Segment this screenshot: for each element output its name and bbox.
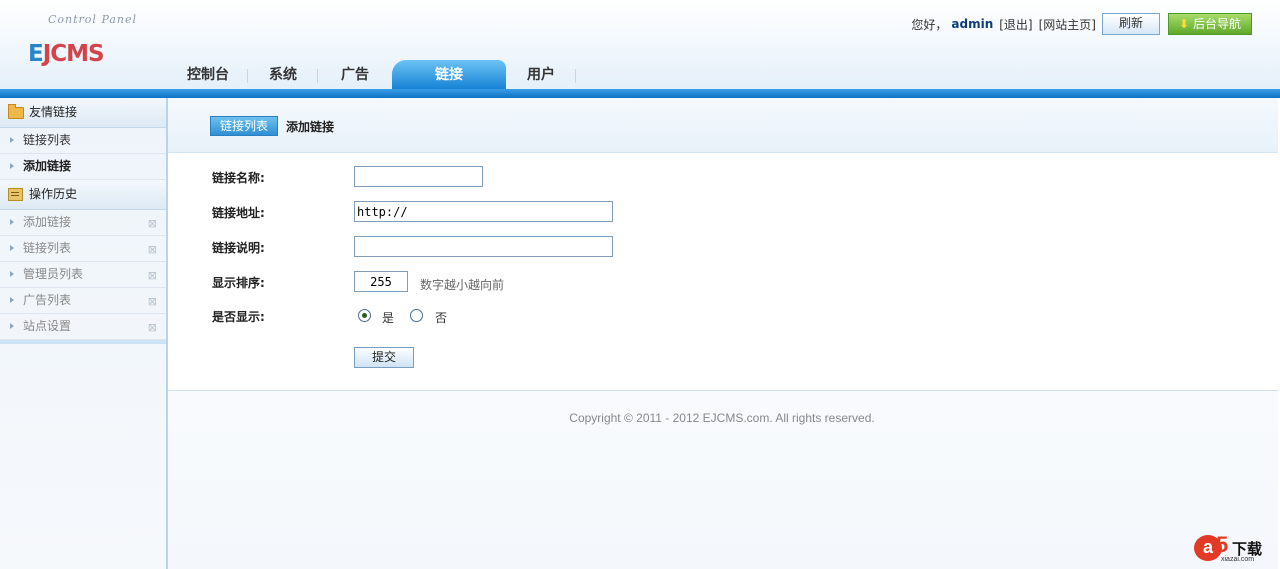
link-url-label: 链接地址: <box>212 206 265 220</box>
arrow-right-icon <box>10 323 14 329</box>
history-item-site-settings[interactable]: 站点设置 ⊠ <box>0 314 166 340</box>
history-item-add-link[interactable]: 添加链接 ⊠ <box>0 210 166 236</box>
current-page-title: 添加链接 <box>286 120 335 134</box>
logout-link[interactable]: [退出] <box>999 16 1032 33</box>
display-order-input[interactable] <box>354 271 408 292</box>
tab-ads-label: 广告 <box>341 67 369 83</box>
link-desc-label: 链接说明: <box>212 241 265 255</box>
link-desc-input[interactable] <box>354 236 613 257</box>
a5-download-watermark: a 5 下载 xiazai.com <box>1194 532 1274 565</box>
sidebar-item-label: 链接列表 <box>23 133 72 147</box>
sidebar-divider <box>0 340 166 344</box>
close-icon[interactable]: ⊠ <box>148 315 157 340</box>
history-item-label: 广告列表 <box>23 293 72 307</box>
sidebar-group-friend-links[interactable]: 友情链接 <box>0 98 166 128</box>
link-url-input[interactable] <box>354 201 613 222</box>
history-item-label: 链接列表 <box>23 241 72 255</box>
sub-navigation: 链接列表 添加链接 <box>168 98 1278 153</box>
show-no-radio[interactable] <box>410 309 423 322</box>
display-order-label: 显示排序: <box>212 276 265 290</box>
main-tabs: 控制台 系统 广告 链接 用户 <box>168 60 576 89</box>
close-icon[interactable]: ⊠ <box>148 289 157 314</box>
link-name-input[interactable] <box>354 166 483 187</box>
sidebar-item-label: 添加链接 <box>23 159 72 173</box>
header: Control Panel EJCMS 控制台 系统 广告 链接 用户 您好， … <box>0 0 1280 98</box>
form-panel: 链接列表 添加链接 链接名称: 链接地址: 链接说明: 显示排序: 数字越小越向… <box>168 98 1278 391</box>
watermark-logo-5: 5 <box>1216 532 1229 557</box>
history-item-label: 站点设置 <box>23 319 72 333</box>
username: admin <box>951 17 994 31</box>
link-name-label: 链接名称: <box>212 171 265 185</box>
show-yes-radio[interactable] <box>358 309 371 322</box>
history-item-label: 添加链接 <box>23 215 72 229</box>
copyright-footer: Copyright © 2011 - 2012 EJCMS.com. All r… <box>569 411 875 425</box>
sidebar-item-link-list[interactable]: 链接列表 <box>0 128 166 154</box>
history-item-label: 管理员列表 <box>23 267 84 281</box>
show-label: 是否显示: <box>212 310 265 324</box>
logo-letter-e: E <box>28 41 44 67</box>
tab-users[interactable]: 用户 <box>506 60 576 89</box>
tab-system-label: 系统 <box>269 67 297 83</box>
sidebar-item-add-link[interactable]: 添加链接 <box>0 154 166 180</box>
sidebar-group-title: 友情链接 <box>29 105 78 119</box>
ejcms-logo: EJCMS <box>28 41 105 67</box>
history-item-admin-list[interactable]: 管理员列表 ⊠ <box>0 262 166 288</box>
control-panel-caption: Control Panel <box>48 13 138 26</box>
tab-dashboard[interactable]: 控制台 <box>168 60 248 89</box>
admin-nav-label: 后台导航 <box>1193 17 1242 31</box>
submit-button[interactable]: 提交 <box>354 347 414 368</box>
history-icon <box>8 188 23 201</box>
arrow-right-icon <box>10 297 14 303</box>
tab-dashboard-label: 控制台 <box>187 67 229 83</box>
site-home-link[interactable]: [网站主页] <box>1039 16 1096 33</box>
close-icon[interactable]: ⊠ <box>148 237 157 262</box>
header-strip <box>0 89 1280 98</box>
refresh-button[interactable]: 刷新 <box>1102 13 1160 35</box>
arrow-right-icon <box>10 219 14 225</box>
arrow-right-icon <box>10 163 14 169</box>
tab-links[interactable]: 链接 <box>392 60 506 89</box>
tab-links-label: 链接 <box>435 67 463 83</box>
arrow-down-icon: ⬇ <box>1178 17 1190 31</box>
admin-nav-button[interactable]: ⬇ 后台导航 <box>1168 13 1252 35</box>
main-content: 链接列表 添加链接 链接名称: 链接地址: 链接说明: 显示排序: 数字越小越向… <box>168 98 1278 569</box>
sidebar-group-title: 操作历史 <box>29 187 78 201</box>
tab-users-label: 用户 <box>527 67 555 83</box>
greeting-text: 您好， <box>911 17 948 32</box>
display-order-hint: 数字越小越向前 <box>420 278 505 292</box>
arrow-right-icon <box>10 245 14 251</box>
close-icon[interactable]: ⊠ <box>148 263 157 288</box>
close-icon[interactable]: ⊠ <box>148 211 157 236</box>
arrow-right-icon <box>10 137 14 143</box>
history-item-link-list[interactable]: 链接列表 ⊠ <box>0 236 166 262</box>
tab-system[interactable]: 系统 <box>248 60 318 89</box>
user-toolbar: 您好， admin [退出] [网站主页] 刷新 ⬇ 后台导航 <box>911 13 1252 35</box>
folder-icon <box>8 103 24 119</box>
tab-ads[interactable]: 广告 <box>318 60 392 89</box>
watermark-domain: xiazai.com <box>1221 556 1255 563</box>
sidebar-group-history[interactable]: 操作历史 <box>0 180 166 210</box>
tab-separator <box>575 69 576 83</box>
history-item-ad-list[interactable]: 广告列表 ⊠ <box>0 288 166 314</box>
sidebar: 友情链接 链接列表 添加链接 操作历史 添加链接 ⊠ 链接列表 ⊠ 管理员列表 … <box>0 98 168 569</box>
arrow-right-icon <box>10 271 14 277</box>
show-yes-label: 是 <box>382 311 395 325</box>
logo-letters-jcms: JCMS <box>42 41 105 67</box>
show-no-label: 否 <box>435 311 448 325</box>
link-list-button[interactable]: 链接列表 <box>210 116 278 136</box>
